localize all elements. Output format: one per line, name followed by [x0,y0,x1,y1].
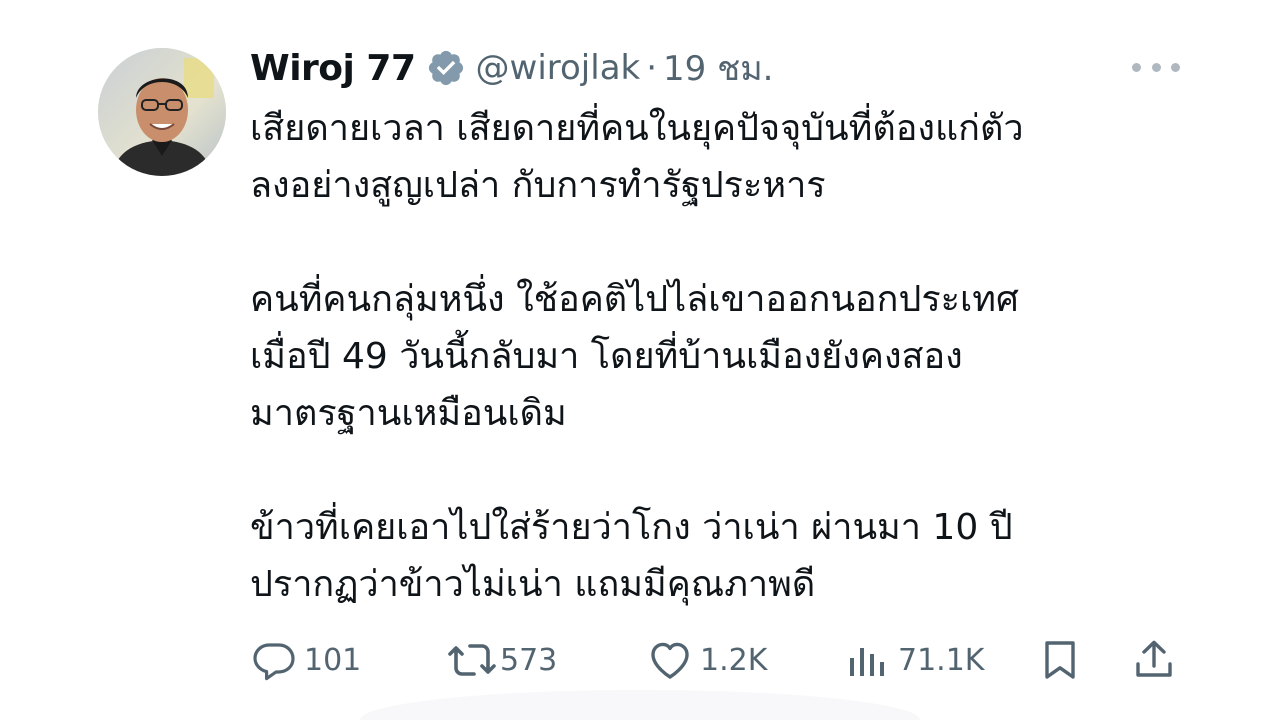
like-count: 1.2K [700,642,768,678]
tweet-line: เมื่อปี 49 วันนี้กลับมา โดยที่บ้านเมืองย… [250,336,963,377]
tweet-line: ลงอย่างสูญเปล่า กับการทำรัฐประหาร [250,165,826,206]
tweet-text: เสียดายเวลา เสียดายที่คนในยุคปัจจุบันที่… [250,100,1210,613]
more-dot [1171,62,1180,72]
like-button[interactable]: 1.2K [646,632,767,688]
share-icon [1130,636,1178,684]
views-button[interactable]: 71.1K [844,632,984,688]
retweet-count: 573 [500,642,558,678]
bookmark-icon [1036,636,1084,684]
tweet-line: ข้าวที่เคยเอาไปใส่ร้ายว่าโกง ว่าเน่า ผ่า… [250,507,1013,548]
views-count: 71.1K [898,642,985,678]
reply-icon [250,636,298,684]
display-name[interactable]: Wiroj 77 [250,48,416,89]
reply-button[interactable]: 101 [250,632,361,688]
tweet-line: มาตรฐานเหมือนเดิม [250,393,567,434]
timestamp[interactable]: 19 ชม. [663,41,773,95]
tweet-header: Wiroj 77 @wirojlak · 19 ชม. [250,40,773,96]
retweet-icon [446,636,496,684]
tweet-card: Wiroj 77 @wirojlak · 19 ชม. เสียดายเวลา … [0,0,1280,720]
tweet-line: คนที่คนกลุ่มหนึ่ง ใช้อคติไปไล่เขาออกนอกป… [250,279,1019,320]
more-options-icon[interactable] [1132,56,1180,78]
bookmark-button[interactable] [1036,632,1084,688]
avatar[interactable] [98,48,226,176]
share-button[interactable] [1130,632,1178,688]
author-handle[interactable]: @wirojlak [476,48,641,88]
tweet-line: ปรากฏว่าข้าวไม่เน่า แถมมีคุณภาพดี [250,564,816,605]
avatar-photo [98,48,226,176]
tweet-paragraph: ข้าวที่เคยเอาไปใส่ร้ายว่าโกง ว่าเน่า ผ่า… [250,499,1210,613]
views-icon [844,636,892,684]
separator-dot: · [646,48,658,88]
more-dot [1151,62,1161,72]
tweet-line: เสียดายเวลา เสียดายที่คนในยุคปัจจุบันที่… [250,108,1024,149]
retweet-button[interactable]: 573 [446,632,557,688]
tweet-paragraph: คนที่คนกลุ่มหนึ่ง ใช้อคติไปไล่เขาออกนอกป… [250,271,1210,442]
verified-badge-icon[interactable] [426,48,466,88]
background-glow [360,690,920,720]
heart-icon [646,636,694,684]
action-bar: 101 573 1.2K 71.1K [0,632,1280,688]
tweet-paragraph: เสียดายเวลา เสียดายที่คนในยุคปัจจุบันที่… [250,100,1210,214]
more-dot [1132,62,1141,72]
reply-count: 101 [304,642,362,678]
